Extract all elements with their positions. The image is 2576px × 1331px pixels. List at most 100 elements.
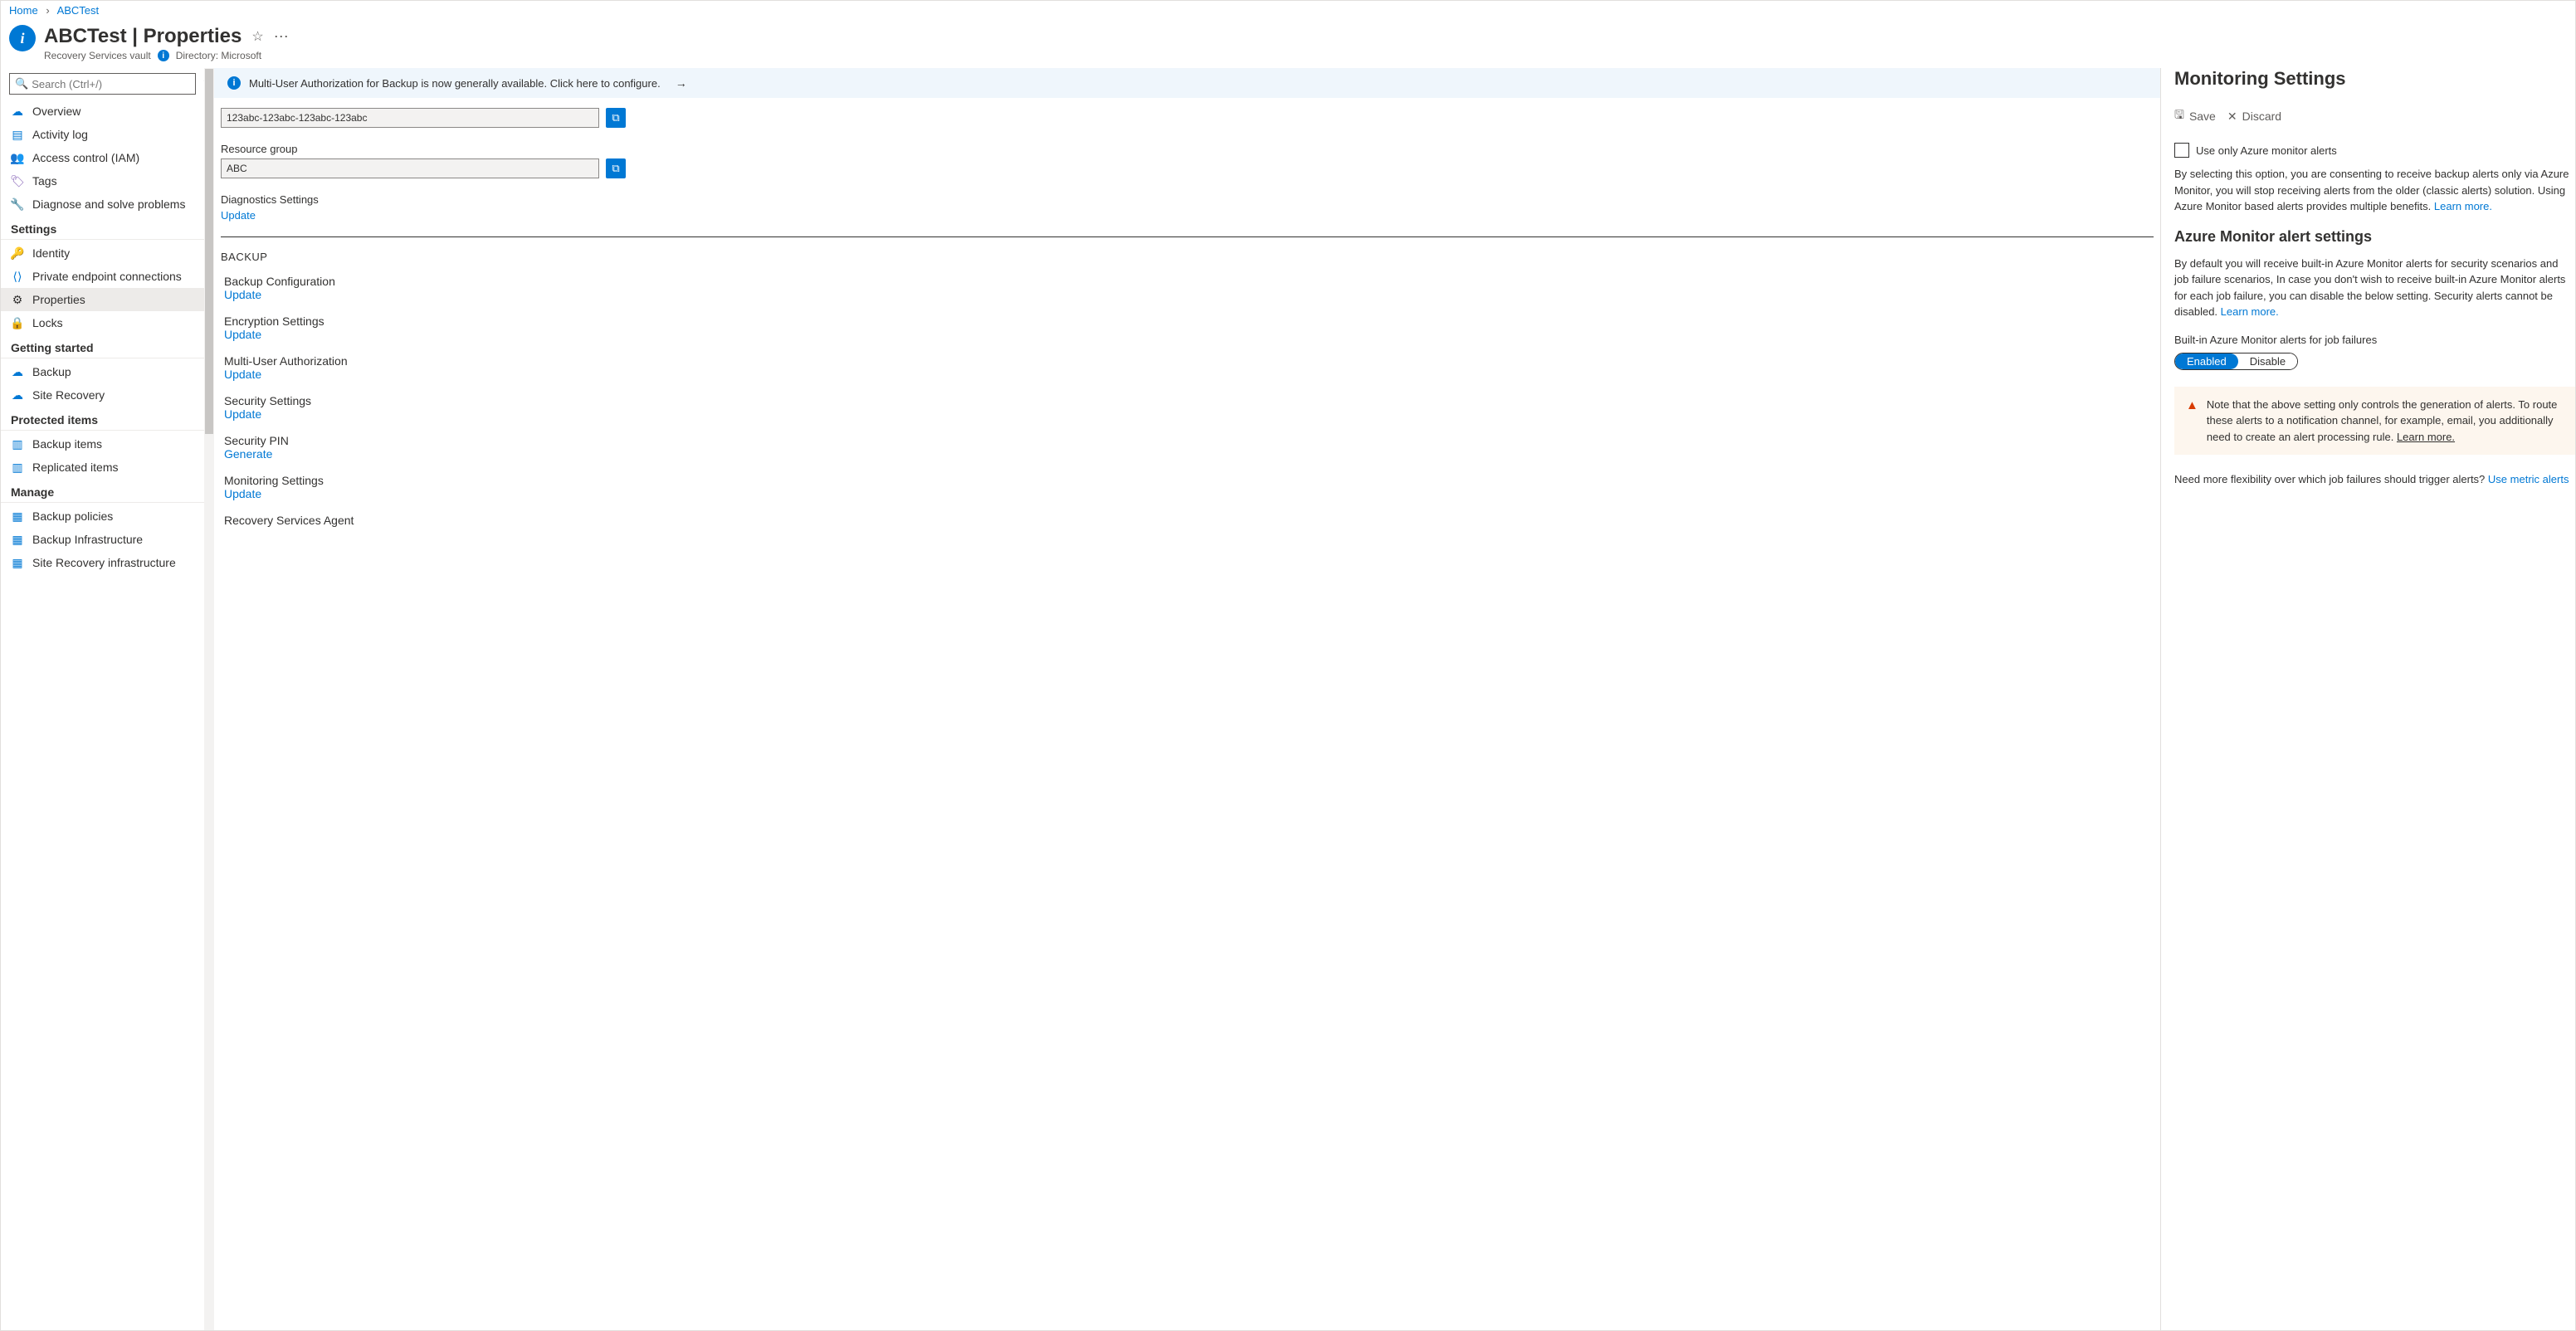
property-label: Backup Configuration [224,275,2150,288]
nav-group-settings: Settings [1,216,204,240]
use-metric-alerts-link[interactable]: Use metric alerts [2488,473,2569,485]
nav-label: Tags [32,174,57,188]
learn-more-link[interactable]: Learn more. [2434,200,2492,212]
toggle-disable[interactable]: Disable [2238,353,2297,369]
property-security-pin: Security PINGenerate [214,431,2160,470]
nav-group-manage: Manage [1,479,204,503]
sidebar-item-overview[interactable]: ☁ Overview [1,100,204,123]
sidebar-item-site-recovery[interactable]: ☁ Site Recovery [1,383,204,407]
chevron-right-icon: › [46,4,49,17]
nav-label: Identity [32,246,70,260]
discard-button[interactable]: ✕Discard [2227,106,2281,126]
property-label: Security Settings [224,394,2150,407]
nav-label: Diagnose and solve problems [32,197,185,211]
property-action-link[interactable]: Update [224,407,2150,421]
nav-label: Private endpoint connections [32,270,182,283]
cloud-icon: ☁ [11,105,24,118]
panel-footer: Need more flexibility over which job fai… [2174,471,2575,488]
sidebar-item-locks[interactable]: 🔒 Locks [1,311,204,334]
nav-label: Backup items [32,437,102,451]
property-encryption-settings: Encryption SettingsUpdate [214,311,2160,351]
lock-icon: 🔒 [11,316,24,329]
sidebar-item-backup-policies[interactable]: ▦ Backup policies [1,505,204,528]
search-icon: 🔍 [15,77,28,90]
more-icon[interactable]: ⋯ [274,28,290,46]
page-header: i ABCTest | Properties ☆ ⋯ Recovery Serv… [1,20,2575,68]
directory-label: Directory: Microsoft [176,50,261,61]
info-icon[interactable]: i [158,50,169,61]
breadcrumb-current[interactable]: ABCTest [57,4,100,17]
subscription-id-field[interactable] [221,108,599,128]
infra-icon: ▦ [11,533,24,546]
warning-box: ▲ Note that the above setting only contr… [2174,387,2575,456]
panel-description: By selecting this option, you are consen… [2174,166,2575,215]
nav-label: Access control (IAM) [32,151,139,164]
backup-section-title: BACKUP [214,246,2160,271]
sidebar-item-backup-infrastructure[interactable]: ▦ Backup Infrastructure [1,528,204,551]
divider [221,236,2154,237]
nav-label: Overview [32,105,80,118]
sidebar-item-activity-log[interactable]: ▤Activity log [1,123,204,146]
copy-button[interactable]: ⧉ [606,158,626,178]
property-label: Security PIN [224,434,2150,447]
search-box[interactable]: 🔍 [9,73,196,95]
nav-label: Locks [32,316,63,329]
nav-label: Activity log [32,128,88,141]
property-action-link[interactable]: Update [224,368,2150,381]
resource-type: Recovery Services vault [44,50,151,61]
search-input[interactable] [32,78,190,90]
tag-icon: 🏷 [11,174,24,188]
nav-label: Backup Infrastructure [32,533,143,546]
sidebar-item-private-endpoint-connections[interactable]: ⟨⟩ Private endpoint connections [1,265,204,288]
recovery-icon: ☁ [11,388,24,402]
nav-label: Site Recovery [32,388,105,402]
warning-icon: ▲ [2186,397,2198,446]
monitoring-settings-panel: Monitoring Settings 🖫Save ✕Discard Use o… [2160,68,2575,1330]
nav-label: Site Recovery infrastructure [32,556,176,569]
endpoint-icon: ⟨⟩ [11,270,24,283]
property-action-link[interactable]: Update [224,288,2150,301]
info-banner[interactable]: i Multi-User Authorization for Backup is… [214,68,2160,98]
panel-subtitle: Azure Monitor alert settings [2174,228,2575,246]
nav-label: Backup [32,365,71,378]
diagnostics-update-link[interactable]: Update [221,209,256,222]
banner-text: Multi-User Authorization for Backup is n… [249,77,661,90]
property-action-link[interactable]: Generate [224,447,2150,461]
sidebar-item-diagnose-and-solve-problems[interactable]: 🔧Diagnose and solve problems [1,193,204,216]
learn-more-link[interactable]: Learn more. [2397,431,2455,443]
breadcrumb-home[interactable]: Home [9,4,38,17]
policies-icon: ▦ [11,509,24,523]
save-button[interactable]: 🖫Save [2174,106,2216,126]
checkbox-label: Use only Azure monitor alerts [2196,144,2337,157]
sidebar-item-backup[interactable]: ☁Backup [1,360,204,383]
items-icon: ▥ [11,437,24,451]
sidebar-item-backup-items[interactable]: ▥ Backup items [1,432,204,456]
sidebar-item-tags[interactable]: 🏷 Tags [1,169,204,193]
star-icon[interactable]: ☆ [251,28,263,45]
sidebar-item-replicated-items[interactable]: ▥Replicated items [1,456,204,479]
sidebar-item-identity[interactable]: 🔑Identity [1,241,204,265]
diagnostics-label: Diagnostics Settings [221,193,2154,206]
resource-group-field[interactable] [221,158,599,178]
copy-button[interactable]: ⧉ [606,108,626,128]
property-security-settings: Security SettingsUpdate [214,391,2160,431]
nav-label: Properties [32,293,85,306]
sidebar-item-properties[interactable]: ⚙Properties [1,288,204,311]
property-backup-configuration: Backup ConfigurationUpdate [214,271,2160,311]
toggle-enabled[interactable]: Enabled [2175,353,2238,369]
property-multi-user-authorization: Multi-User AuthorizationUpdate [214,351,2160,391]
property-action-link[interactable]: Update [224,328,2150,341]
save-icon: 🖫 [2174,106,2184,126]
nav-label: Backup policies [32,509,113,523]
learn-more-link[interactable]: Learn more. [2221,305,2279,318]
use-azure-monitor-checkbox[interactable] [2174,143,2189,158]
property-action-link[interactable]: Update [224,487,2150,500]
job-failure-alerts-toggle[interactable]: Enabled Disable [2174,353,2298,370]
page-title: ABCTest | Properties [44,25,242,48]
scrollbar[interactable] [204,68,214,1330]
sidebar-item-site-recovery-infrastructure[interactable]: ▦Site Recovery infrastructure [1,551,204,574]
breadcrumb: Home › ABCTest [1,1,2575,20]
nav-label: Replicated items [32,461,119,474]
toggle-label: Built-in Azure Monitor alerts for job fa… [2174,334,2575,346]
sidebar-item-access-control-iam-[interactable]: 👥Access control (IAM) [1,146,204,169]
